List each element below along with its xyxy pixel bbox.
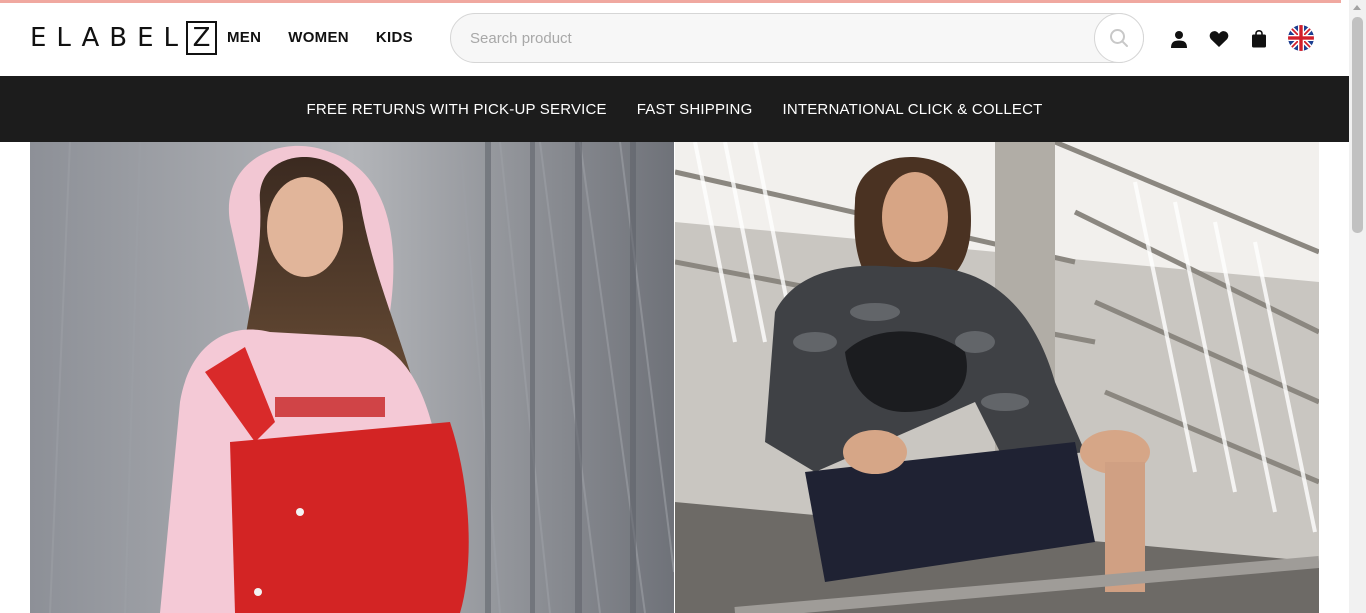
header-actions <box>1168 25 1314 51</box>
hero-banner <box>30 142 1319 613</box>
user-icon <box>1171 31 1187 48</box>
cart-button[interactable] <box>1248 28 1270 50</box>
promo-fast-shipping[interactable]: FAST SHIPPING <box>637 101 753 118</box>
scrollbar-thumb[interactable] <box>1352 17 1363 233</box>
search-bar <box>450 13 1144 63</box>
scroll-up-arrow-icon[interactable] <box>1353 5 1361 10</box>
search-button[interactable] <box>1094 13 1144 63</box>
search-input[interactable] <box>470 14 1090 62</box>
nav-kids[interactable]: KIDS <box>376 29 413 46</box>
main-nav: MEN WOMEN KIDS <box>227 29 413 46</box>
logo-letters: ELABEL <box>30 22 189 53</box>
nav-men[interactable]: MEN <box>227 29 261 46</box>
brand-logo[interactable]: ELABEL Z <box>30 20 218 55</box>
logo-z-box: Z <box>186 20 218 55</box>
hero-women-image[interactable] <box>30 142 674 613</box>
account-button[interactable] <box>1168 28 1190 50</box>
hero-men-illustration <box>675 142 1319 613</box>
shopping-bag-icon <box>1252 30 1266 48</box>
promo-bar: FREE RETURNS WITH PICK-UP SERVICE FAST S… <box>0 76 1349 142</box>
promo-click-collect[interactable]: INTERNATIONAL CLICK & COLLECT <box>782 101 1042 118</box>
uk-flag-icon <box>1288 25 1314 51</box>
search-icon <box>1110 29 1128 47</box>
hero-men-image[interactable] <box>675 142 1319 613</box>
language-selector[interactable] <box>1288 25 1314 51</box>
nav-women[interactable]: WOMEN <box>288 29 349 46</box>
hero-women-illustration <box>30 142 674 613</box>
heart-icon <box>1209 31 1229 47</box>
page-scrollbar[interactable] <box>1349 0 1366 613</box>
wishlist-button[interactable] <box>1208 28 1230 50</box>
promo-free-returns[interactable]: FREE RETURNS WITH PICK-UP SERVICE <box>307 101 607 118</box>
site-header: ELABEL Z MEN WOMEN KIDS <box>0 3 1349 76</box>
